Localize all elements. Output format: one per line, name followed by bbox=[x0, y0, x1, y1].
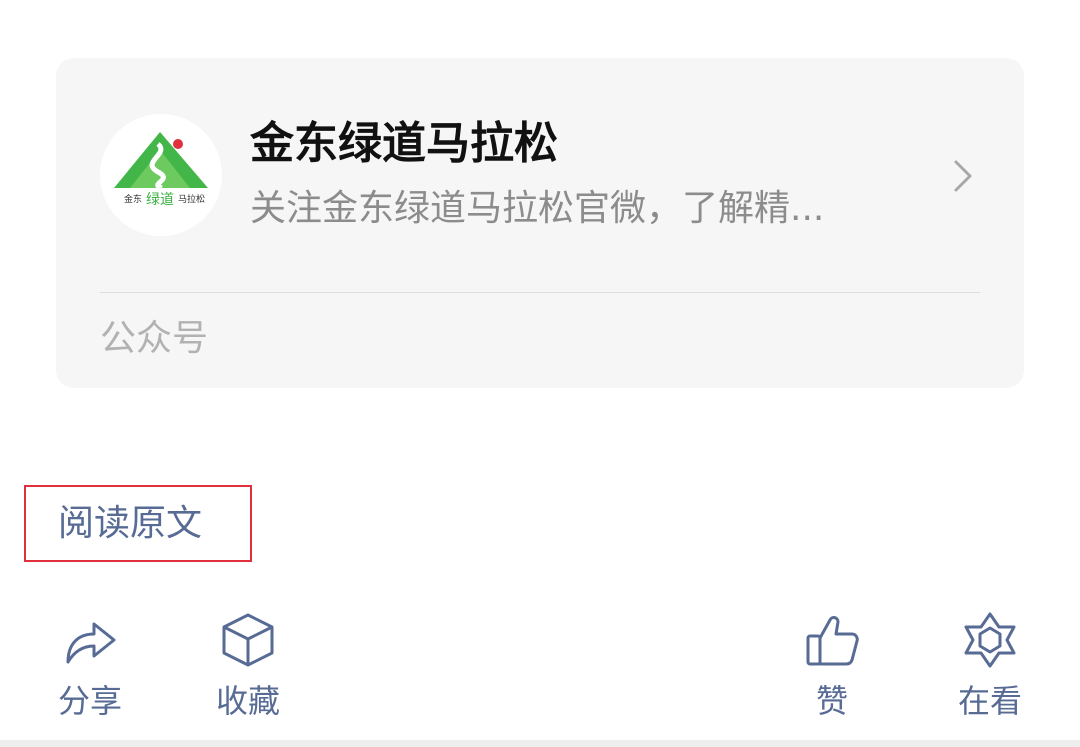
share-label: 分享 bbox=[57, 682, 122, 720]
wow-button[interactable]: 在看 bbox=[930, 610, 1050, 730]
cube-icon bbox=[222, 613, 274, 667]
logo-text-left: 金东 bbox=[124, 193, 142, 205]
read-original-link[interactable]: 阅读原文 bbox=[58, 499, 202, 549]
logo-text-mid: 绿道 bbox=[146, 192, 174, 208]
star-flower-icon bbox=[964, 612, 1016, 668]
account-card[interactable]: 金东 绿道 马拉松 金东绿道马拉松 关注金东绿道马拉松官微，了解精... 公众号 bbox=[56, 58, 1024, 388]
logo-text-right: 马拉松 bbox=[178, 193, 205, 205]
bottom-divider bbox=[0, 740, 1080, 747]
favorite-button[interactable]: 收藏 bbox=[188, 610, 308, 730]
wow-label: 在看 bbox=[957, 682, 1022, 720]
like-button[interactable]: 赞 bbox=[772, 610, 892, 730]
like-label: 赞 bbox=[815, 682, 848, 720]
account-description: 关注金东绿道马拉松官微，了解精... bbox=[250, 188, 825, 229]
favorite-label: 收藏 bbox=[215, 682, 280, 720]
share-arrow-icon bbox=[66, 622, 116, 664]
card-divider bbox=[100, 292, 980, 293]
read-original-highlight: 阅读原文 bbox=[24, 485, 252, 562]
account-name: 金东绿道马拉松 bbox=[250, 118, 558, 169]
chevron-right-icon bbox=[954, 160, 972, 192]
account-type-label: 公众号 bbox=[100, 318, 209, 359]
share-button[interactable]: 分享 bbox=[30, 610, 150, 730]
account-avatar: 金东 绿道 马拉松 bbox=[100, 114, 222, 236]
mountain-logo-icon: 金东 绿道 马拉松 bbox=[100, 114, 222, 236]
thumbs-up-icon bbox=[806, 616, 859, 666]
